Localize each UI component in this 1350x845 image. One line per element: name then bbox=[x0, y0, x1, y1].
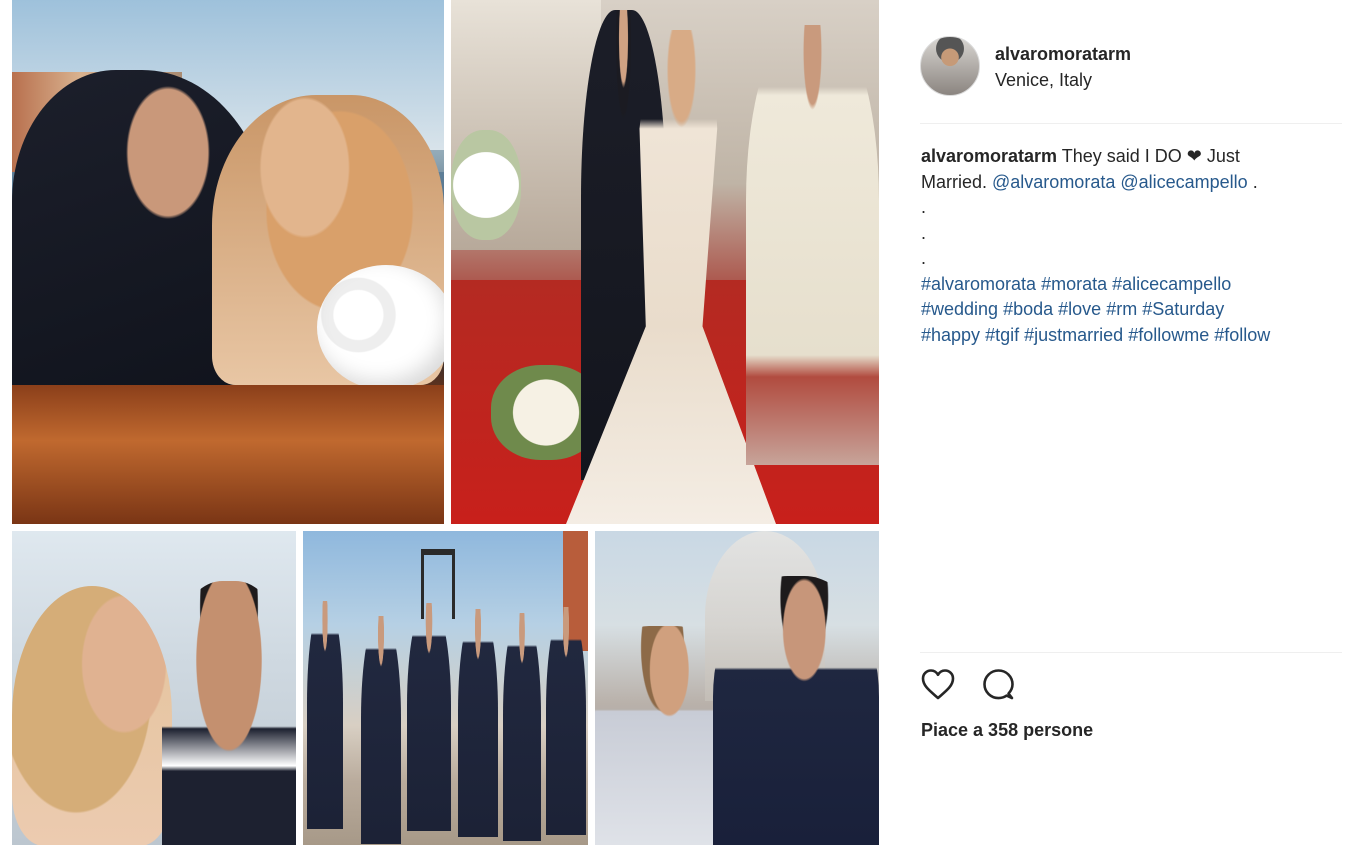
photo-bouquet bbox=[317, 265, 444, 390]
hashtag-line: #wedding #boda #love #rm #Saturday bbox=[921, 297, 1331, 323]
photo-guest bbox=[361, 616, 401, 844]
photo-couple-selfie bbox=[12, 531, 296, 845]
comment-bubble-icon bbox=[983, 669, 1014, 700]
post-photo-collage[interactable] bbox=[0, 0, 890, 845]
caption-dot: . bbox=[921, 197, 927, 217]
caption-text: Just bbox=[1201, 146, 1240, 166]
hashtag-link[interactable]: #rm bbox=[1106, 299, 1137, 319]
post-caption: alvaromoratarm They said I DO ❤ Just Mar… bbox=[921, 144, 1331, 348]
photo-guest bbox=[307, 601, 343, 829]
hashtag-line: #happy #tgif #justmarried #followme #fol… bbox=[921, 323, 1331, 349]
hashtag-link[interactable]: #happy bbox=[921, 325, 980, 345]
like-button[interactable] bbox=[920, 667, 956, 703]
header-divider bbox=[920, 123, 1342, 124]
hashtag-link[interactable]: #tgif bbox=[985, 325, 1019, 345]
hashtag-line: #alvaromorata #morata #alicecampello bbox=[921, 272, 1331, 298]
heart-outline-icon bbox=[921, 669, 955, 700]
actions-divider bbox=[920, 652, 1342, 653]
photo-group-of-men bbox=[303, 531, 588, 845]
hashtag-link[interactable]: #wedding bbox=[921, 299, 998, 319]
post-header: alvaromoratarm Venice, Italy bbox=[920, 35, 1340, 97]
photo-kiss-on-boat bbox=[12, 0, 444, 524]
comment-button[interactable] bbox=[980, 667, 1016, 703]
caption-username[interactable]: alvaromoratarm bbox=[921, 146, 1057, 166]
hashtag-link[interactable]: #followme bbox=[1128, 325, 1209, 345]
photo-mother bbox=[595, 626, 730, 845]
photo-groom bbox=[162, 581, 296, 845]
hashtag-link[interactable]: #justmarried bbox=[1024, 325, 1123, 345]
caption-line: Married. @alvaromorata @alicecampello . bbox=[921, 170, 1331, 196]
caption-text: They said I DO bbox=[1057, 146, 1187, 166]
caption-text: Married. bbox=[921, 171, 993, 192]
photo-boat-deck bbox=[12, 385, 444, 524]
caption-text: . bbox=[1247, 171, 1258, 192]
mention-link[interactable]: @alvaromorata bbox=[992, 172, 1115, 192]
photo-flowers bbox=[451, 130, 521, 240]
photo-bride bbox=[12, 586, 172, 845]
photo-groom bbox=[713, 576, 879, 845]
hashtag-link[interactable]: #love bbox=[1058, 299, 1101, 319]
photo-guest bbox=[546, 607, 586, 835]
photo-church-ceremony bbox=[451, 0, 879, 524]
post-actions bbox=[920, 667, 1120, 707]
hashtag-link[interactable]: #follow bbox=[1214, 325, 1270, 345]
hashtag-link[interactable]: #alicecampello bbox=[1112, 274, 1231, 294]
hashtag-link[interactable]: #boda bbox=[1003, 299, 1053, 319]
post-side-panel: alvaromoratarm Venice, Italy alvaromorat… bbox=[890, 0, 1350, 845]
hashtag-link[interactable]: #morata bbox=[1041, 274, 1107, 294]
photo-mother-and-son bbox=[595, 531, 879, 845]
caption-dot: . bbox=[921, 222, 927, 243]
hashtag-link[interactable]: #alvaromorata bbox=[921, 274, 1036, 294]
hashtag-link[interactable]: #Saturday bbox=[1142, 299, 1224, 319]
photo-guest bbox=[407, 603, 451, 831]
photo-guest bbox=[503, 613, 541, 841]
avatar[interactable] bbox=[920, 36, 980, 96]
heart-emoji-icon: ❤ bbox=[1186, 146, 1202, 166]
mention-link[interactable]: @alicecampello bbox=[1120, 172, 1247, 192]
photo-guest bbox=[458, 609, 498, 837]
caption-dot: . bbox=[921, 248, 927, 268]
post-location[interactable]: Venice, Italy bbox=[995, 70, 1092, 91]
post-username[interactable]: alvaromoratarm bbox=[995, 44, 1131, 65]
photo-priest bbox=[746, 25, 879, 465]
likes-count[interactable]: Piace a 358 persone bbox=[921, 720, 1093, 741]
caption-line: alvaromoratarm They said I DO ❤ Just bbox=[921, 144, 1331, 170]
